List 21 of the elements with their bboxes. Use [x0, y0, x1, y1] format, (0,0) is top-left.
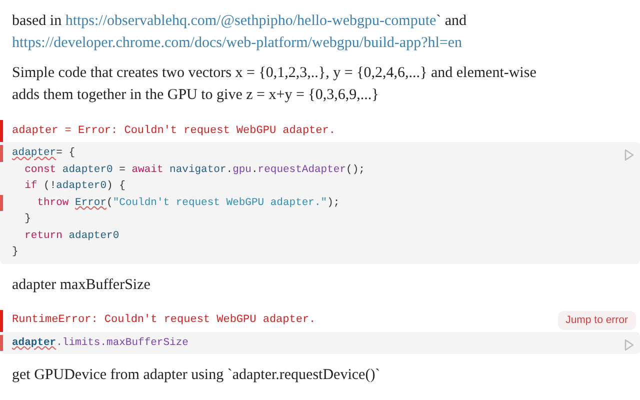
code-line: }: [11, 245, 18, 260]
error-message: adapter = Error: Couldn't request WebGPU adapter.: [12, 124, 336, 139]
paragraph: get GPUDevice from adapter using `adapter.requestDevice()`: [12, 366, 382, 385]
code-line: return adapter0: [24, 228, 120, 244]
error-message: RuntimeError: Couldn't request WebGPU adapter.: [12, 313, 317, 328]
code-line: throw Error("Couldn't request WebGPU adapter.");: [0, 194, 340, 211]
code-line: }: [24, 212, 31, 227]
run-icon[interactable]: [624, 149, 634, 161]
link[interactable]: https://developer.chrome.com/docs/web-platform/webgpu/build-app?hl=en: [12, 35, 462, 51]
code-block[interactable]: adapter.limits.maxBufferSize: [0, 332, 640, 354]
code-line: adapter= {: [0, 145, 76, 162]
code-block[interactable]: adapter= { const adapter0 = await navigator.gpu.requestAdapter(); if (!adapter0) { throw Error("Couldn't request WebGPU adapter."); } return adapter0 }: [0, 142, 640, 264]
jump-to-error-button[interactable]: Jump to error: [558, 310, 636, 330]
paragraph: Simple code that creates two vectors x = {0,1,2,3,..}, y = {0,2,4,6,...} and element-wise adds them together in the GPU to give z = x+y = {0,3,6,9,...}: [12, 64, 538, 105]
code-line: const adapter0 = await navigator.gpu.requestAdapter();: [24, 162, 365, 178]
code-line: adapter.limits.maxBufferSize: [0, 334, 188, 351]
run-icon[interactable]: [624, 338, 634, 350]
code-line: if (!adapter0) {: [24, 179, 126, 194]
paragraph: based in https://observablehq.com/@sethpipho/hello-webgpu-compute` and https://developer.chrome.com/docs/web-platform/webgpu/build-app?hl=en: [12, 12, 468, 53]
paragraph: adapter maxBufferSize: [12, 276, 152, 294]
link[interactable]: https://observablehq.com/@sethpipho/hello-webgpu-compute: [65, 13, 436, 29]
